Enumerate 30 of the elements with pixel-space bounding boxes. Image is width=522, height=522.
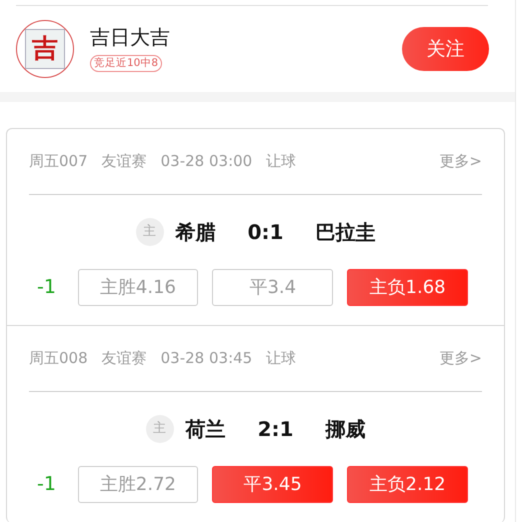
odds-button[interactable]: 平3.4 bbox=[212, 268, 334, 306]
home-team: 荷兰 bbox=[186, 416, 226, 443]
handicap: -1 bbox=[36, 472, 57, 497]
odds-button[interactable]: 平3.45 bbox=[212, 466, 334, 502]
odds-button[interactable]: 主胜2.72 bbox=[78, 466, 198, 502]
match-number: 周五008 bbox=[29, 348, 88, 370]
score: 2:1 bbox=[258, 416, 294, 443]
odds-button[interactable]: 主负1.68 bbox=[347, 268, 468, 306]
league-name: 友谊赛 bbox=[102, 348, 147, 370]
record-badge: 竞足近10中8 bbox=[90, 55, 162, 72]
home-team: 希腊 bbox=[176, 219, 216, 246]
avatar-character: 吉 bbox=[25, 29, 65, 69]
follow-button[interactable]: 关注 bbox=[402, 27, 489, 71]
handicap: -1 bbox=[36, 274, 57, 300]
play-type: 让球 bbox=[266, 151, 296, 172]
play-type: 让球 bbox=[266, 348, 296, 370]
league-name: 友谊赛 bbox=[102, 151, 147, 172]
odds-button[interactable]: 主负2.12 bbox=[347, 466, 468, 502]
away-team: 巴拉圭 bbox=[315, 219, 376, 246]
expert-name: 吉日大吉 bbox=[90, 25, 171, 49]
odds-button[interactable]: 主胜4.16 bbox=[78, 268, 198, 306]
home-tag: 主 bbox=[136, 218, 164, 246]
away-team: 挪威 bbox=[325, 416, 366, 443]
home-tag: 主 bbox=[146, 415, 174, 443]
match-time: 03-28 03:00 bbox=[160, 151, 252, 172]
more-link[interactable]: 更多> bbox=[439, 347, 482, 370]
score: 0:1 bbox=[248, 219, 284, 246]
match-number: 周五007 bbox=[29, 151, 88, 172]
match-time: 03-28 03:45 bbox=[160, 348, 252, 370]
more-link[interactable]: 更多> bbox=[439, 150, 482, 173]
